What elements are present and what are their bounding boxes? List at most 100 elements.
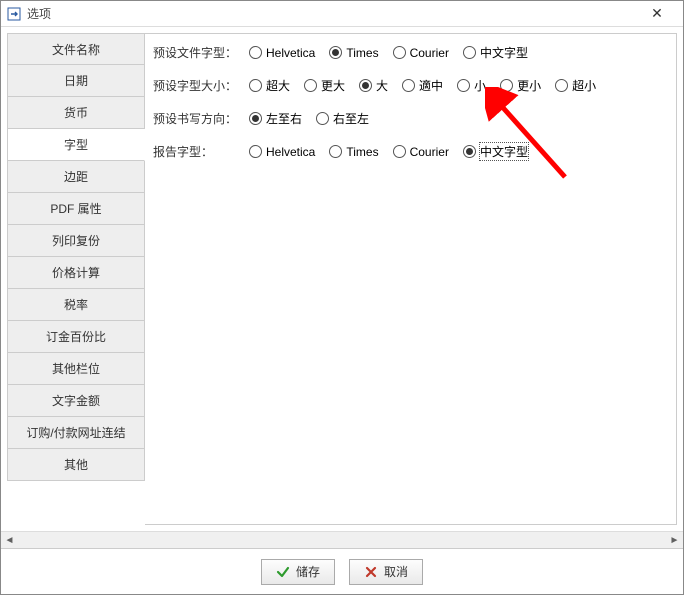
sidebar-item-label: 其他栏位 <box>52 360 100 377</box>
app-icon <box>7 7 21 21</box>
doc_font-option-1[interactable]: Times <box>329 46 378 60</box>
scroll-left-arrow[interactable]: ◄ <box>1 532 18 549</box>
sidebar-item-9[interactable]: 订金百份比 <box>7 321 145 353</box>
window-title: 选项 <box>27 5 637 22</box>
radio-label: 適中 <box>419 77 443 94</box>
radio-label: 超小 <box>572 77 596 94</box>
sidebar-item-label: 税率 <box>64 296 88 313</box>
radio-label: 超大 <box>266 77 290 94</box>
sidebar-item-label: 订购/付款网址连结 <box>26 424 125 441</box>
cancel-label: 取消 <box>384 563 408 580</box>
row-direction: 预设书写方向： 左至右 右至左 <box>153 110 668 127</box>
radio-icon <box>393 145 406 158</box>
report_font-option-1[interactable]: Times <box>329 145 378 159</box>
radio-label: Courier <box>410 145 449 159</box>
sidebar-item-4[interactable]: 边距 <box>7 161 145 193</box>
main-area: 文件名称日期货币字型边距 PDF 属性列印复份价格计算税率订金百份比其他栏位文字金… <box>1 27 683 531</box>
font_size-option-0[interactable]: 超大 <box>249 77 290 94</box>
radio-label: Helvetica <box>266 46 315 60</box>
cancel-button[interactable]: 取消 <box>349 559 423 585</box>
sidebar-item-label: 价格计算 <box>52 264 100 281</box>
font_size-option-4[interactable]: 小 <box>457 77 486 94</box>
sidebar-item-3[interactable]: 字型 <box>7 129 145 161</box>
direction-option-0[interactable]: 左至右 <box>249 110 302 127</box>
sidebar: 文件名称日期货币字型边距 PDF 属性列印复份价格计算税率订金百份比其他栏位文字金… <box>7 33 145 525</box>
sidebar-item-label: 日期 <box>64 72 88 89</box>
sidebar-item-label: 货币 <box>64 104 88 121</box>
radio-label: 小 <box>474 77 486 94</box>
sidebar-item-label: 其他 <box>64 456 88 473</box>
doc_font-option-0[interactable]: Helvetica <box>249 46 315 60</box>
close-button[interactable]: ✕ <box>637 5 677 22</box>
annotation-arrow <box>485 87 575 187</box>
save-label: 储存 <box>296 563 320 580</box>
save-button[interactable]: 储存 <box>261 559 335 585</box>
sidebar-item-5[interactable]: PDF 属性 <box>7 193 145 225</box>
radio-icon <box>463 145 476 158</box>
doc_font-option-3[interactable]: 中文字型 <box>463 44 528 61</box>
check-icon <box>276 565 290 579</box>
direction-label: 预设书写方向： <box>153 110 249 127</box>
radio-icon <box>329 145 342 158</box>
direction-option-1[interactable]: 右至左 <box>316 110 369 127</box>
sidebar-item-11[interactable]: 文字金额 <box>7 385 145 417</box>
font_size-radio-group: 超大更大 大 適中 小 更小 超小 <box>249 77 596 94</box>
dialog-body: 文件名称日期货币字型边距 PDF 属性列印复份价格计算税率订金百份比其他栏位文字金… <box>1 27 683 594</box>
radio-icon <box>393 46 406 59</box>
radio-label: 右至左 <box>333 110 369 127</box>
radio-icon <box>500 79 513 92</box>
sidebar-item-1[interactable]: 日期 <box>7 65 145 97</box>
sidebar-item-label: 字型 <box>64 136 88 153</box>
sidebar-item-label: 文件名称 <box>52 41 100 58</box>
sidebar-item-10[interactable]: 其他栏位 <box>7 353 145 385</box>
font_size-option-2[interactable]: 大 <box>359 77 388 94</box>
radio-icon <box>463 46 476 59</box>
sidebar-item-13[interactable]: 其他 <box>7 449 145 481</box>
radio-icon <box>249 79 262 92</box>
sidebar-item-label: 边距 <box>64 168 88 185</box>
sidebar-item-8[interactable]: 税率 <box>7 289 145 321</box>
report_font-option-0[interactable]: Helvetica <box>249 145 315 159</box>
sidebar-item-label: 文字金额 <box>52 392 100 409</box>
row-font_size: 预设字型大小： 超大更大 大 適中 小 更小 超小 <box>153 77 668 94</box>
report_font-option-3[interactable]: 中文字型 <box>463 143 528 160</box>
radio-label: Times <box>346 145 378 159</box>
radio-icon <box>316 112 329 125</box>
titlebar: 选项 ✕ <box>1 1 683 27</box>
sidebar-item-label: 订金百份比 <box>46 328 106 345</box>
report_font-option-2[interactable]: Courier <box>393 145 449 159</box>
row-report_font: 报告字型：Helvetica Times Courier 中文字型 <box>153 143 668 160</box>
sidebar-item-0[interactable]: 文件名称 <box>7 33 145 65</box>
font_size-option-1[interactable]: 更大 <box>304 77 345 94</box>
report_font-label: 报告字型： <box>153 143 249 160</box>
horizontal-scrollbar[interactable]: ◄ ► <box>1 531 683 548</box>
radio-label: Courier <box>410 46 449 60</box>
font_size-option-5[interactable]: 更小 <box>500 77 541 94</box>
radio-icon <box>402 79 415 92</box>
font_size-option-3[interactable]: 適中 <box>402 77 443 94</box>
cross-icon <box>364 565 378 579</box>
radio-label: 中文字型 <box>480 143 528 160</box>
font_size-option-6[interactable]: 超小 <box>555 77 596 94</box>
doc_font-option-2[interactable]: Courier <box>393 46 449 60</box>
sidebar-item-12[interactable]: 订购/付款网址连结 <box>7 417 145 449</box>
radio-label: 大 <box>376 77 388 94</box>
sidebar-item-label: PDF 属性 <box>50 200 101 217</box>
radio-icon <box>457 79 470 92</box>
sidebar-item-7[interactable]: 价格计算 <box>7 257 145 289</box>
font_size-label: 预设字型大小： <box>153 77 249 94</box>
radio-icon <box>359 79 372 92</box>
sidebar-item-2[interactable]: 货币 <box>7 97 145 129</box>
sidebar-item-6[interactable]: 列印复份 <box>7 225 145 257</box>
radio-icon <box>329 46 342 59</box>
scroll-right-arrow[interactable]: ► <box>666 532 683 549</box>
radio-icon <box>304 79 317 92</box>
radio-label: 左至右 <box>266 110 302 127</box>
radio-label: 更小 <box>517 77 541 94</box>
radio-label: 中文字型 <box>480 44 528 61</box>
content-panel: 预设文件字型：HelveticaTimesCourier中文字型预设字型大小：超… <box>145 33 677 525</box>
radio-icon <box>249 46 262 59</box>
radio-icon <box>249 145 262 158</box>
radio-icon <box>249 112 262 125</box>
row-doc_font: 预设文件字型：HelveticaTimesCourier中文字型 <box>153 44 668 61</box>
